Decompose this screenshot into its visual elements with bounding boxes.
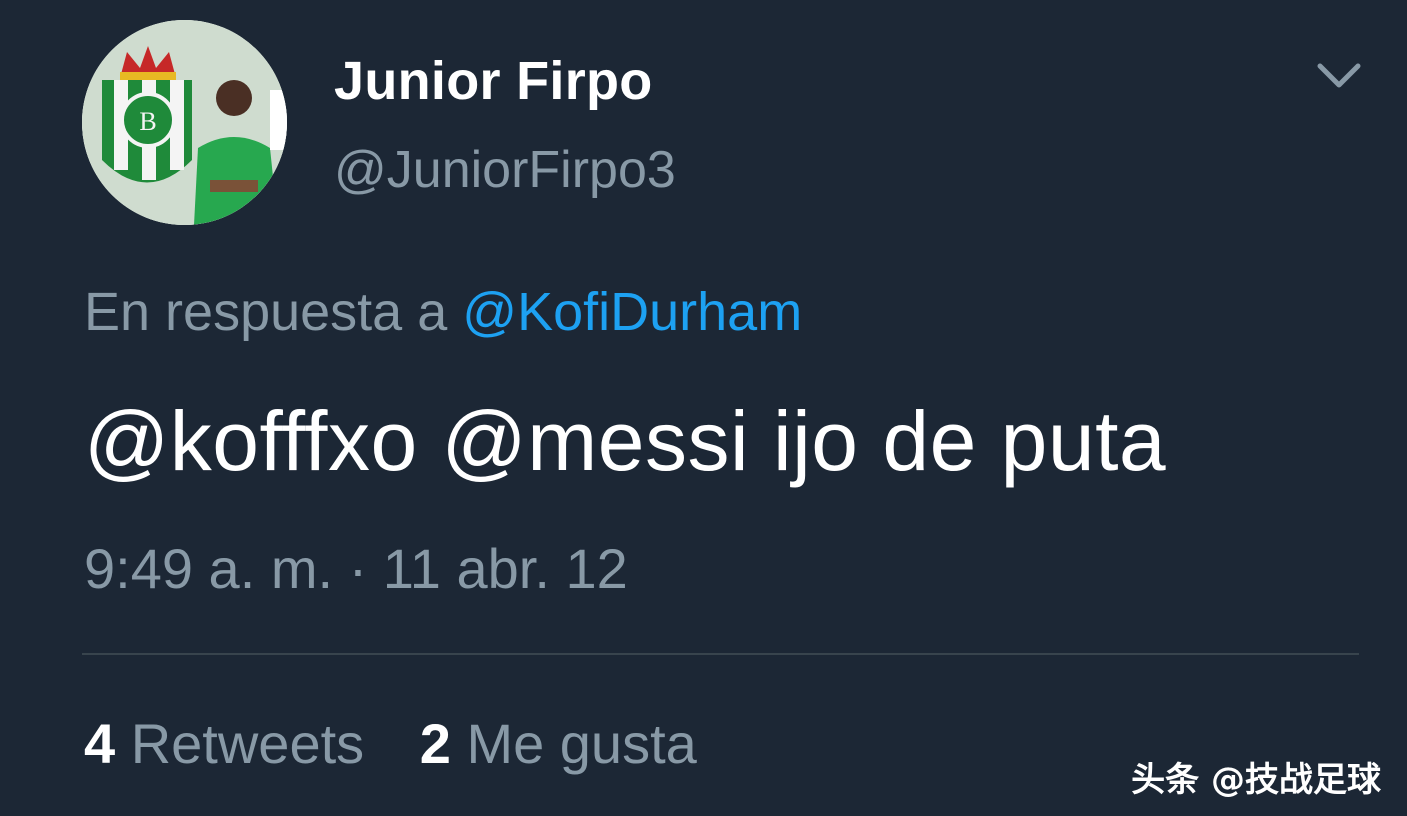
- tweet-text: @kofffxo @messi ijo de puta: [84, 394, 1167, 488]
- reply-mention-link[interactable]: @KofiDurham: [462, 282, 802, 342]
- chevron-down-icon: [1317, 63, 1361, 88]
- author-avatar[interactable]: B: [82, 20, 287, 225]
- likes-label: Me gusta: [466, 712, 697, 775]
- avatar-photo-icon: B: [82, 20, 287, 225]
- retweets-count: 4: [84, 712, 116, 775]
- svg-text:B: B: [139, 107, 156, 136]
- author-handle[interactable]: @JuniorFirpo3: [334, 140, 676, 200]
- tweet-menu-button[interactable]: [1314, 58, 1364, 98]
- tweet-card: B Junior Firpo @JuniorFirpo3 En respuest…: [0, 0, 1407, 816]
- tweet-stats: 4 Retweets 2 Me gusta: [84, 711, 737, 776]
- reply-prefix: En respuesta a: [84, 282, 448, 342]
- reply-context: En respuesta a @KofiDurham: [84, 281, 802, 343]
- likes-stat[interactable]: 2 Me gusta: [420, 711, 697, 776]
- author-display-name[interactable]: Junior Firpo: [334, 50, 653, 112]
- source-watermark: 头条 @技战足球: [1131, 760, 1381, 800]
- likes-count: 2: [419, 712, 451, 775]
- retweets-stat[interactable]: 4 Retweets: [84, 711, 364, 776]
- tweet-timestamp[interactable]: 9:49 a. m. · 11 abr. 12: [84, 536, 628, 601]
- retweets-label: Retweets: [130, 712, 365, 775]
- divider: [82, 653, 1359, 655]
